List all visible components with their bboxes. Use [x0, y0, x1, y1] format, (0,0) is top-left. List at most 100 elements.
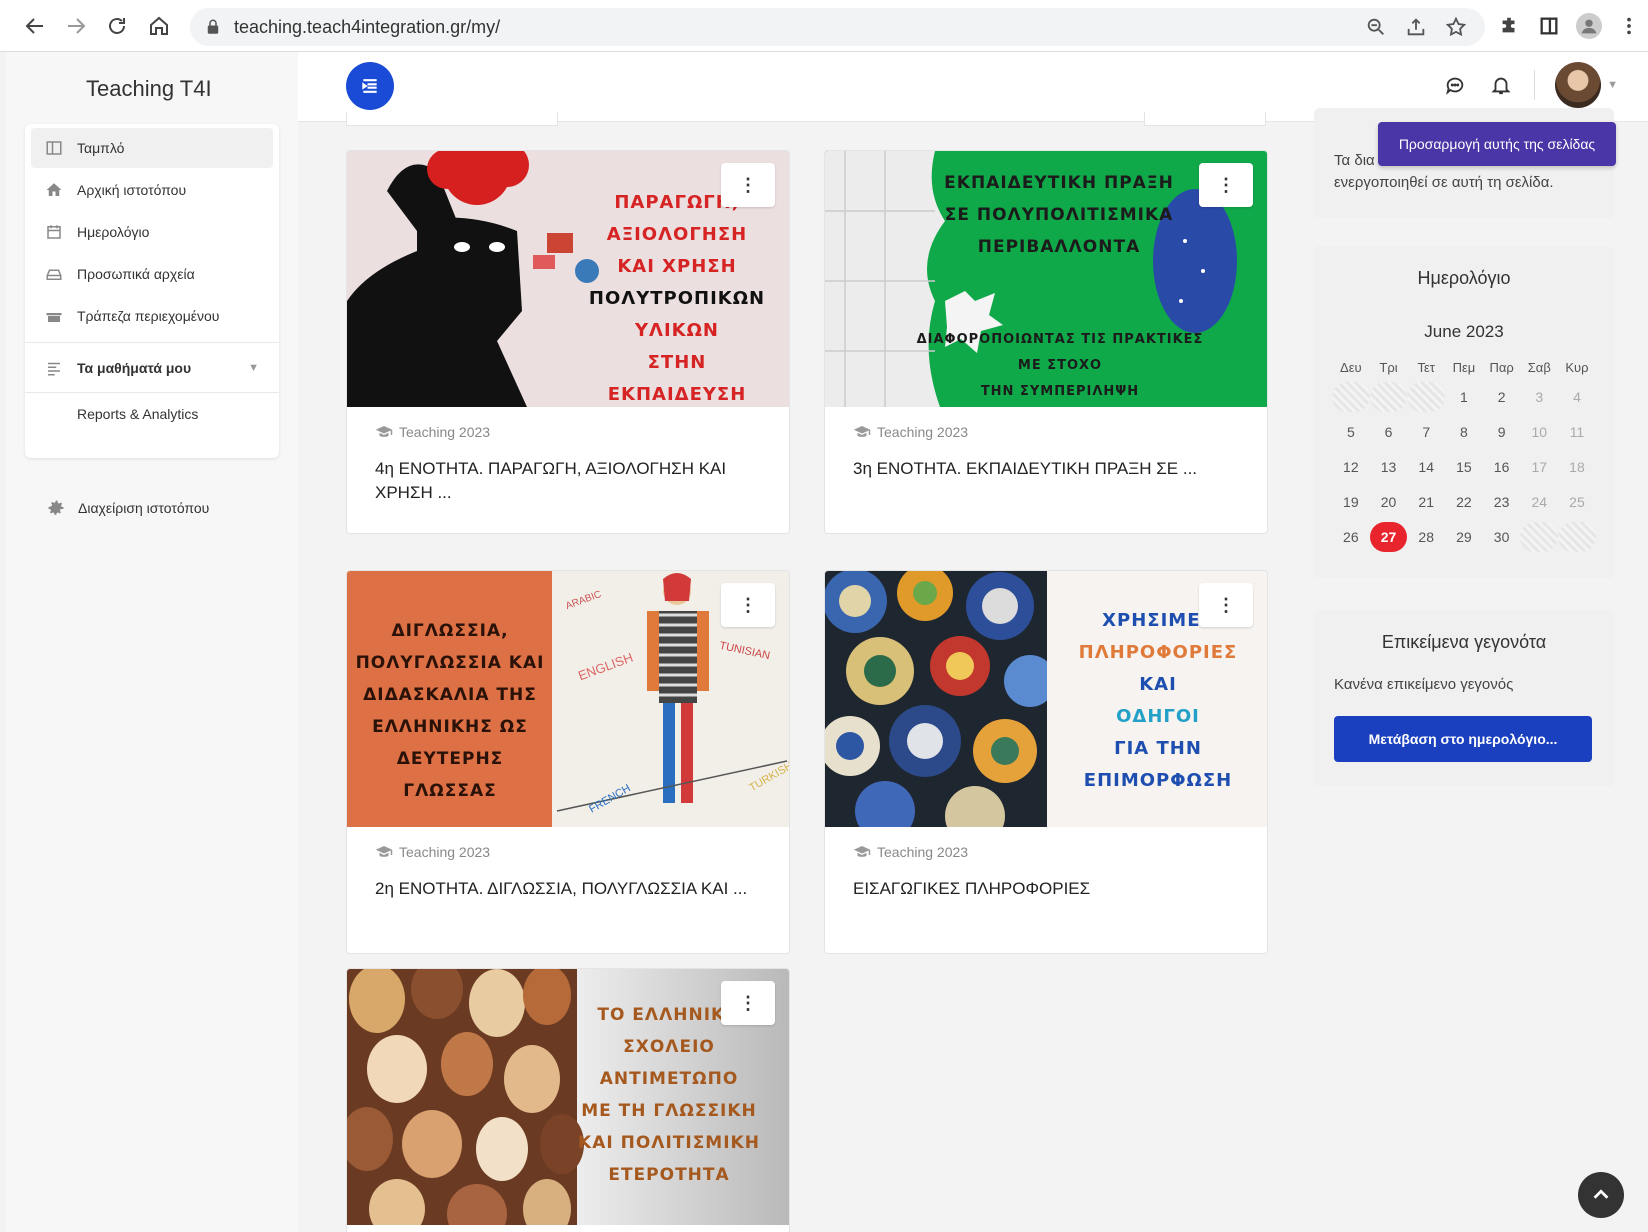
course-options-button[interactable]: ⋮ [1199, 583, 1253, 627]
calendar-day[interactable]: 30 [1483, 522, 1521, 552]
go-to-calendar-button[interactable]: Μετάβαση στο ημερολόγιο... [1334, 716, 1592, 762]
upcoming-events-block: Επικείμενα γεγονότα Κανένα επικείμενο γε… [1314, 610, 1614, 786]
customise-page-button[interactable]: Προσαρμογή αυτής της σελίδας [1378, 122, 1616, 166]
address-bar[interactable]: teaching.teach4integration.gr/my/ [190, 8, 1485, 46]
calendar-day[interactable]: 23 [1483, 487, 1521, 517]
course-title[interactable]: ΕΙΣΑΓΩΓΙΚΕΣ ΠΛΗΡΟΦΟΡΙΕΣ [853, 877, 1239, 901]
extensions-icon[interactable] [1496, 13, 1522, 39]
calendar-day[interactable]: 4 [1558, 382, 1596, 412]
site-name[interactable]: Teaching T4I [86, 76, 212, 102]
calendar-day[interactable]: 16 [1483, 452, 1521, 482]
calendar-week: 12 13 14 15 16 17 18 [1332, 449, 1596, 484]
calendar-day[interactable]: 28 [1407, 522, 1445, 552]
nav-item-site-admin[interactable]: Διαχείριση ιστοτόπου [46, 498, 209, 518]
calendar-day[interactable]: 18 [1558, 452, 1596, 482]
back-icon[interactable] [14, 5, 56, 47]
course-image[interactable]: ΠΑΡΑΓΩΓΗ, ΑΞΙΟΛΟΓΗΣΗ ΚΑΙ ΧΡΗΣΗ ΠΟΛΥΤΡΟΠΙΚΩ… [347, 151, 789, 407]
nav-item-dashboard[interactable]: Ταμπλό [31, 128, 273, 168]
course-card[interactable]: ΧΡΗΣΙΜΕΣ ΠΛΗΡΟΦΟΡΙΕΣ ΚΑΙ ΟΔΗΓΟΙ ΓΙΑ ΤΗΝ … [824, 570, 1268, 954]
course-image[interactable]: ARABIC ENGLISH TUNISIAN FRENCH TURKISH Δ… [347, 571, 789, 827]
notifications-bell-icon[interactable] [1488, 72, 1514, 98]
nav-item-private-files[interactable]: Προσωπικά αρχεία [31, 254, 273, 294]
calendar-day[interactable]: 13 [1370, 452, 1408, 482]
calendar-day[interactable]: 14 [1407, 452, 1445, 482]
calendar-day[interactable]: 29 [1445, 522, 1483, 552]
calendar-day[interactable]: 22 [1445, 487, 1483, 517]
calendar-day-today[interactable]: 27 [1369, 521, 1408, 552]
calendar-day[interactable]: 10 [1520, 417, 1558, 447]
course-card[interactable]: ARABIC ENGLISH TUNISIAN FRENCH TURKISH Δ… [346, 570, 790, 954]
calendar-day[interactable]: 2 [1483, 382, 1521, 412]
calendar-week: 26 27 28 29 30 [1332, 519, 1596, 554]
course-options-button[interactable]: ⋮ [721, 583, 775, 627]
calendar-week: 1234 [1332, 379, 1596, 414]
nav-divider [25, 342, 279, 343]
reload-icon[interactable] [96, 5, 138, 47]
nav-item-my-courses[interactable]: Τα μαθήματά μου ▼ [31, 348, 273, 388]
browser-menu-icon[interactable] [1616, 13, 1642, 39]
calendar-day[interactable]: 12 [1332, 452, 1370, 482]
course-image[interactable]: ΧΡΗΣΙΜΕΣ ΠΛΗΡΟΦΟΡΙΕΣ ΚΑΙ ΟΔΗΓΟΙ ΓΙΑ ΤΗΝ … [825, 571, 1267, 827]
forward-icon[interactable] [55, 5, 97, 47]
calendar-day[interactable]: 19 [1332, 487, 1370, 517]
poster-subtext: ΔΙΑΦΟΡΟΠΟΙΩΝΤΑΣ ΤΙΣ ΠΡΑΚΤΙΚΕΣ ΜΕ ΣΤΟΧΟ ΤΗΝ… [916, 332, 1204, 399]
course-options-button[interactable]: ⋮ [721, 163, 775, 207]
drawer-toggle-button[interactable] [346, 62, 394, 110]
menu-icon [362, 79, 377, 93]
course-category: Teaching 2023 [853, 423, 968, 441]
course-image[interactable]: ΤΟ ΕΛΛΗΝΙΚΟ ΣΧΟΛΕΙΟ ΑΝΤΙΜΕΤΩΠΟ ΜΕ ΤΗ ΓΛΩΣΣ… [347, 969, 789, 1225]
nav-item-calendar[interactable]: Ημερολόγιο [31, 212, 273, 252]
calendar-day[interactable]: 5 [1332, 417, 1370, 447]
zoom-icon[interactable] [1363, 14, 1389, 40]
calendar-day[interactable]: 11 [1558, 417, 1596, 447]
poster-text: ΧΡΗΣΙΜΕΣ ΠΛΗΡΟΦΟΡΙΕΣ ΚΑΙ ΟΔΗΓΟΙ ΓΙΑ ΤΗΝ … [1078, 610, 1238, 791]
calendar-day[interactable]: 20 [1370, 487, 1408, 517]
calendar-day[interactable]: 25 [1558, 487, 1596, 517]
course-overview: ΠΑΡΑΓΩΓΗ, ΑΞΙΟΛΟΓΗΣΗ ΚΑΙ ΧΡΗΣΗ ΠΟΛΥΤΡΟΠΙΚΩ… [298, 112, 1278, 1232]
side-panel-icon[interactable] [1536, 13, 1562, 39]
calendar-day[interactable]: 24 [1520, 487, 1558, 517]
profile-icon[interactable] [1576, 13, 1602, 39]
course-title[interactable]: 2η ΕΝΟΤΗΤΑ. ΔΙΓΛΩΣΣΙΑ, ΠΟΛΥΓΛΩΣΣΙΑ ΚΑΙ .… [375, 877, 761, 901]
course-image[interactable]: ΕΚΠΑΙΔΕΥΤΙΚΗ ΠΡΑΞΗ ΣΕ ΠΟΛΥΠΟΛΙΤΙΣΜΙΚΑ ΠΕΡΙ… [825, 151, 1267, 407]
bookmark-star-icon[interactable] [1443, 14, 1469, 40]
share-icon[interactable] [1403, 14, 1429, 40]
events-empty-text: Κανένα επικείμενο γεγονός [1334, 676, 1514, 693]
graduation-cap-icon [375, 423, 393, 441]
messages-icon[interactable] [1442, 72, 1468, 98]
course-card[interactable]: ΕΚΠΑΙΔΕΥΤΙΚΗ ΠΡΑΞΗ ΣΕ ΠΟΛΥΠΟΛΙΤΙΣΜΙΚΑ ΠΕΡΙ… [824, 150, 1268, 534]
calendar-day [1558, 521, 1596, 552]
tip-block: Τα δια ενεργοποιηθεί σε αυτή τη σελίδα. … [1314, 108, 1616, 218]
courses-icon [43, 357, 65, 379]
chevron-down-icon[interactable]: ▼ [1607, 79, 1618, 91]
avatar[interactable] [1555, 62, 1602, 108]
calendar-day[interactable]: 6 [1370, 417, 1408, 447]
calendar-day[interactable]: 1 [1445, 382, 1483, 412]
calendar-day[interactable]: 17 [1520, 452, 1558, 482]
home-icon[interactable] [138, 5, 180, 47]
events-title: Επικείμενα γεγονότα [1381, 632, 1547, 652]
back-to-top-button[interactable] [1578, 1172, 1624, 1218]
dashboard-icon [43, 137, 65, 159]
calendar-day[interactable]: 26 [1332, 522, 1370, 552]
nav-item-site-home[interactable]: Αρχική ιστοτόπου [31, 170, 273, 210]
nav-item-content-bank[interactable]: Τράπεζα περιεχομένου [31, 296, 273, 336]
calendar-day[interactable]: 9 [1483, 417, 1521, 447]
calendar-week: 19 20 21 22 23 24 25 [1332, 484, 1596, 519]
course-card[interactable]: ΤΟ ΕΛΛΗΝΙΚΟ ΣΧΟΛΕΙΟ ΑΝΤΙΜΕΤΩΠΟ ΜΕ ΤΗ ΓΛΩΣΣ… [346, 968, 790, 1232]
course-title[interactable]: 4η ΕΝΟΤΗΤΑ. ΠΑΡΑΓΩΓΗ, ΑΞΙΟΛΟΓΗΣΗ ΚΑΙ ΧΡΗ… [375, 457, 761, 505]
nav-item-reports[interactable]: Reports & Analytics [31, 394, 273, 434]
calendar-day[interactable]: 7 [1407, 417, 1445, 447]
calendar-day[interactable]: 3 [1520, 382, 1558, 412]
calendar-day[interactable]: 8 [1445, 417, 1483, 447]
course-card[interactable]: ΠΑΡΑΓΩΓΗ, ΑΞΙΟΛΟΓΗΣΗ ΚΑΙ ΧΡΗΣΗ ΠΟΛΥΤΡΟΠΙΚΩ… [346, 150, 790, 534]
course-options-button[interactable]: ⋮ [721, 981, 775, 1025]
course-title[interactable]: 3η ΕΝΟΤΗΤΑ. ΕΚΠΑΙΔΕΥΤΙΚΗ ΠΡΑΞΗ ΣΕ ... [853, 457, 1239, 481]
nav-item-label: Τα μαθήματά μου [77, 360, 192, 376]
partial-control [346, 112, 558, 126]
calendar-day[interactable]: 21 [1407, 487, 1445, 517]
nav-item-label: Αρχική ιστοτόπου [77, 182, 187, 198]
calendar-day[interactable]: 15 [1445, 452, 1483, 482]
course-options-button[interactable]: ⋮ [1199, 163, 1253, 207]
nav-item-label: Reports & Analytics [77, 406, 199, 422]
